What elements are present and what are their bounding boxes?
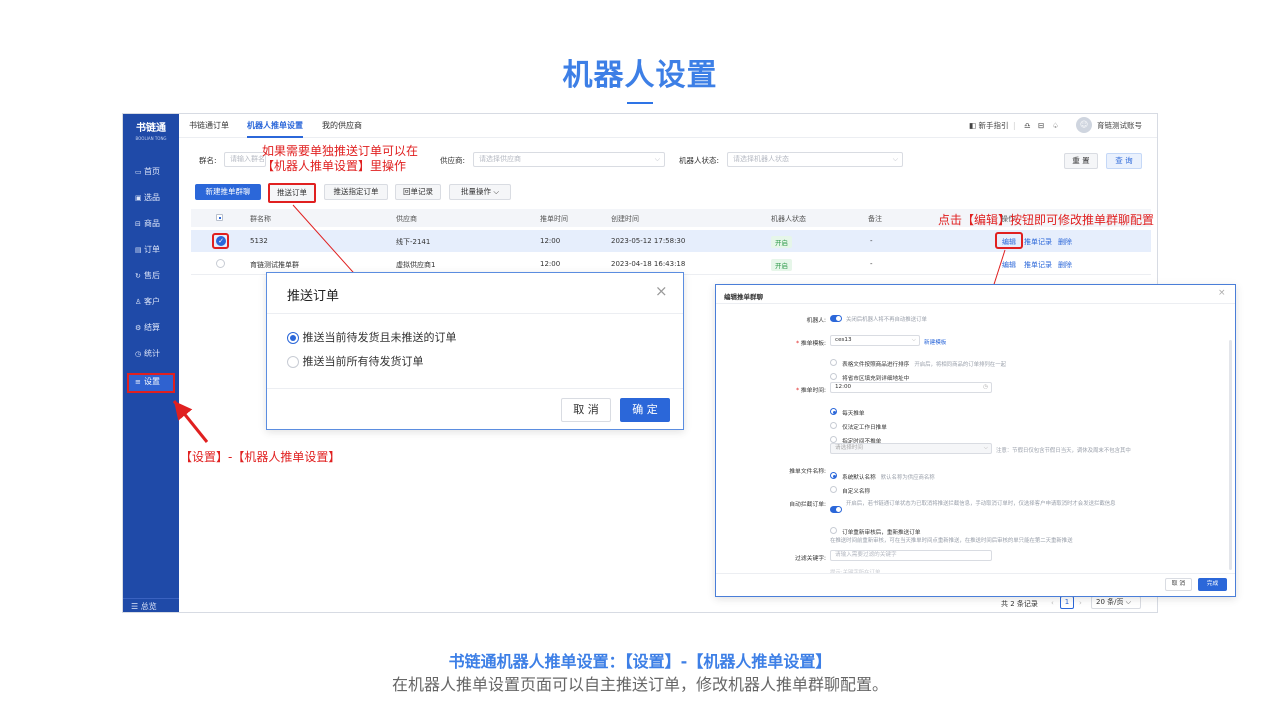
push-option-all[interactable]: 推送当前所有待发货订单 bbox=[287, 353, 424, 369]
repush-hint: 在推送时间前重新审核，可在当天推单时间点重新推送，在推送时间后审核的单只能在第二… bbox=[830, 538, 1073, 544]
chevron-down-icon: ⌵ bbox=[983, 445, 988, 451]
cancel-button[interactable]: 取 消 bbox=[561, 398, 611, 422]
cancel-button[interactable]: 取 消 bbox=[1165, 578, 1192, 591]
robot-toggle[interactable] bbox=[830, 315, 842, 322]
keyword-input[interactable]: 请输入需要过滤的关键字 bbox=[830, 550, 992, 561]
modal-title: 编辑推单群聊 bbox=[724, 293, 763, 301]
divider bbox=[267, 388, 683, 389]
filename-option-custom[interactable]: 自定义名称 bbox=[830, 478, 870, 497]
intercept-toggle[interactable] bbox=[830, 506, 842, 513]
robot-hint: 关闭后机器人将不再自动推送订单 bbox=[846, 317, 927, 323]
push-order-modal: 推送订单 × 推送当前待发货且未推送的订单 推送当前所有待发货订单 取 消 确 … bbox=[266, 272, 684, 430]
push-option-pending[interactable]: 推送当前待发货且未推送的订单 bbox=[287, 329, 457, 345]
modal-title: 推送订单 bbox=[287, 289, 340, 304]
keyword-label: 过滤关键字: bbox=[795, 556, 826, 562]
confirm-button[interactable]: 确 定 bbox=[620, 398, 670, 422]
radio-icon bbox=[830, 486, 837, 493]
filename-label: 推单文件名称: bbox=[789, 469, 826, 475]
radio-icon bbox=[830, 527, 837, 534]
finish-button[interactable]: 完成 bbox=[1198, 578, 1227, 591]
template-select[interactable]: ces13 ⌵ bbox=[830, 335, 920, 346]
clock-icon: ◷ bbox=[983, 384, 988, 390]
close-icon[interactable]: × bbox=[655, 282, 668, 300]
radio-icon bbox=[830, 373, 837, 380]
intercept-hint: 开启后，若书链通订单状态为已取消将推送拦截信息，手动取消订单时，仅选择客户申请取… bbox=[846, 501, 1116, 507]
caption-title: 书链通机器人推单设置：【设置】-【机器人推单设置】 bbox=[448, 652, 832, 671]
radio-icon bbox=[287, 356, 299, 368]
new-template-link[interactable]: 新建模板 bbox=[924, 338, 946, 346]
scrollbar[interactable] bbox=[1229, 340, 1232, 570]
chevron-down-icon: ⌵ bbox=[911, 337, 916, 343]
edit-group-modal: 编辑推单群聊 × 机器人: 关闭后机器人将不再自动推送订单 * 推单模板: ce… bbox=[715, 284, 1236, 597]
time-note: 注意：节假日仅包含节假日当天，调休及周末不包含其中 bbox=[996, 448, 1131, 454]
robot-label: 机器人: bbox=[806, 318, 826, 324]
divider bbox=[267, 313, 683, 314]
time-input[interactable]: 12:00 ◷ bbox=[830, 382, 992, 393]
radio-icon bbox=[830, 436, 837, 443]
divider bbox=[716, 303, 1235, 304]
modal-footer bbox=[716, 573, 1235, 596]
time-label: * 推单时间: bbox=[796, 388, 826, 394]
time-select[interactable]: 请选择时间 ⌵ bbox=[830, 443, 992, 454]
template-label: * 推单模板: bbox=[796, 341, 826, 347]
intercept-label: 自动拦截订单: bbox=[789, 502, 826, 508]
caption-description: 在机器人推单设置页面可以自主推送订单，修改机器人推单群聊配置。 bbox=[391, 675, 888, 694]
close-icon[interactable]: × bbox=[1218, 288, 1226, 298]
radio-selected-icon bbox=[287, 332, 299, 344]
